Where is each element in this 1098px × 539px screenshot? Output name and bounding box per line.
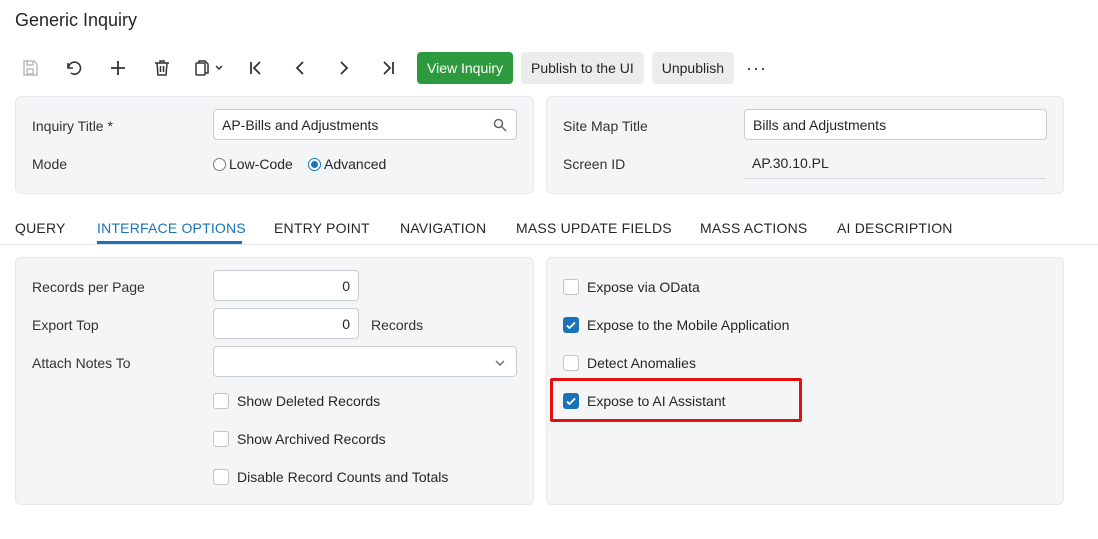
detect-anomalies-label: Detect Anomalies — [587, 355, 696, 371]
page-title: Generic Inquiry — [15, 10, 138, 30]
previous-icon[interactable] — [285, 53, 315, 83]
active-tab-indicator — [97, 241, 242, 244]
checkbox-box[interactable] — [213, 431, 229, 447]
attach-notes-select[interactable] — [213, 346, 517, 377]
export-top-label: Export Top — [32, 317, 99, 333]
expose-mobile-checkbox[interactable]: Expose to the Mobile Application — [563, 317, 789, 333]
inquiry-title-field[interactable]: AP-Bills and Adjustments — [213, 109, 517, 140]
inquiry-title-value: AP-Bills and Adjustments — [222, 116, 379, 133]
checkbox-checked[interactable] — [563, 317, 579, 333]
mode-low-code-radio[interactable]: Low-Code — [213, 156, 293, 172]
show-archived-checkbox[interactable]: Show Archived Records — [213, 431, 386, 447]
tab-interface-options[interactable]: INTERFACE OPTIONS — [97, 220, 246, 236]
export-top-suffix: Records — [371, 317, 424, 333]
tab-bar: QUERY INTERFACE OPTIONS ENTRY POINT NAVI… — [0, 213, 1098, 245]
unpublish-button[interactable]: Unpublish — [651, 52, 735, 84]
publish-to-ui-button[interactable]: Publish to the UI — [521, 52, 644, 84]
chevron-down-icon[interactable] — [494, 356, 506, 372]
show-deleted-label: Show Deleted Records — [237, 393, 381, 409]
copy-paste-icon[interactable] — [191, 53, 227, 83]
detect-anomalies-checkbox[interactable]: Detect Anomalies — [563, 355, 696, 371]
mode-label: Mode — [32, 156, 68, 172]
site-map-title-field[interactable]: Bills and Adjustments — [744, 109, 1047, 140]
tab-query[interactable]: QUERY — [15, 220, 66, 236]
disable-counts-label: Disable Record Counts and Totals — [237, 469, 449, 485]
show-deleted-checkbox[interactable]: Show Deleted Records — [213, 393, 380, 409]
checkmark-icon — [566, 321, 576, 330]
records-per-page-input[interactable]: 0 — [213, 270, 359, 301]
site-map-title-label: Site Map Title — [563, 118, 648, 134]
screen-id-label: Screen ID — [563, 156, 626, 172]
mode-advanced-label: Advanced — [324, 156, 387, 172]
save-icon[interactable] — [15, 53, 45, 83]
checkbox-box[interactable] — [213, 469, 229, 485]
checkbox-box[interactable] — [563, 279, 579, 295]
mode-advanced-radio[interactable]: Advanced — [308, 156, 386, 172]
records-per-page-label: Records per Page — [32, 279, 145, 295]
last-icon[interactable] — [373, 53, 403, 83]
disable-counts-checkbox[interactable]: Disable Record Counts and Totals — [213, 469, 448, 485]
export-top-input[interactable]: 0 — [213, 308, 359, 339]
view-inquiry-button[interactable]: View Inquiry — [417, 52, 514, 84]
add-icon[interactable] — [103, 53, 133, 83]
tab-mass-actions[interactable]: MASS ACTIONS — [700, 220, 807, 236]
next-icon[interactable] — [329, 53, 359, 83]
first-icon[interactable] — [241, 53, 271, 83]
mode-low-code-label: Low-Code — [229, 156, 293, 172]
attach-notes-label: Attach Notes To — [32, 355, 131, 371]
tab-ai-description[interactable]: AI DESCRIPTION — [837, 220, 953, 236]
undo-icon[interactable] — [59, 53, 89, 83]
tab-navigation[interactable]: NAVIGATION — [400, 220, 486, 236]
highlight-box — [550, 378, 802, 422]
tab-mass-update-fields[interactable]: MASS UPDATE FIELDS — [516, 220, 672, 236]
search-icon[interactable] — [493, 118, 507, 135]
radio-circle[interactable] — [213, 157, 226, 171]
tab-entry-point[interactable]: ENTRY POINT — [274, 220, 370, 236]
expose-mobile-label: Expose to the Mobile Application — [587, 317, 790, 333]
toolbar: View Inquiry Publish to the UI Unpublish… — [15, 52, 767, 84]
expose-odata-label: Expose via OData — [587, 279, 700, 295]
show-archived-label: Show Archived Records — [237, 431, 386, 447]
expose-odata-checkbox[interactable]: Expose via OData — [563, 279, 700, 295]
checkbox-box[interactable] — [213, 393, 229, 409]
inquiry-title-label: Inquiry Title * — [32, 118, 113, 134]
radio-circle-selected[interactable] — [308, 157, 321, 171]
checkbox-box[interactable] — [563, 355, 579, 371]
delete-icon[interactable] — [147, 53, 177, 83]
more-actions-icon[interactable]: ··· — [746, 58, 767, 79]
screen-id-value: AP.30.10.PL — [744, 148, 1046, 179]
